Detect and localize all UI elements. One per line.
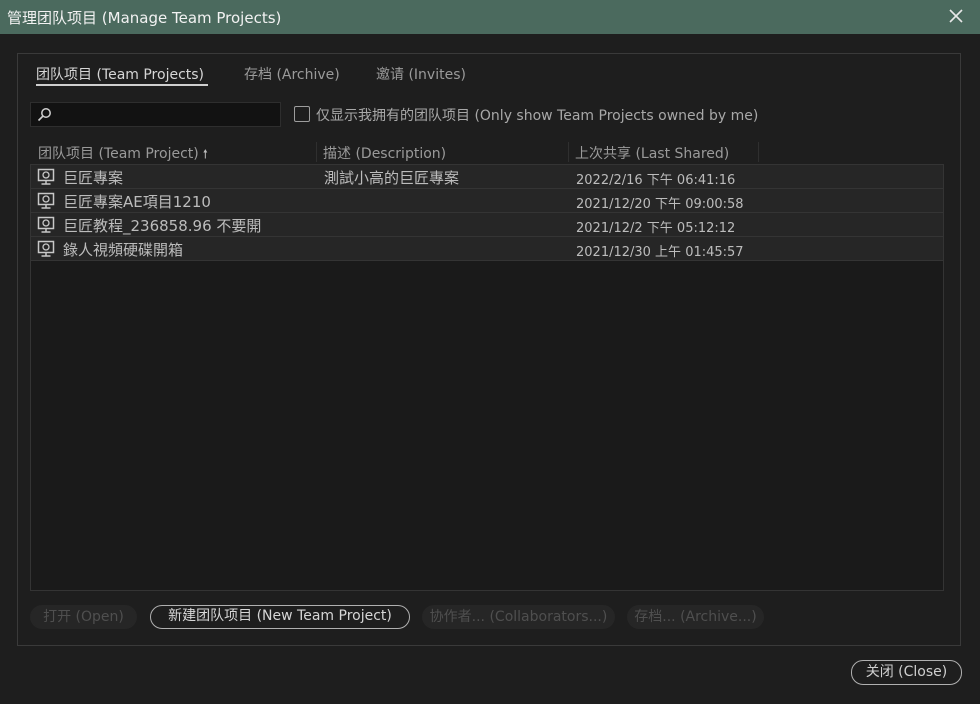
tab-archive[interactable]: 存档 (Archive) (244, 64, 340, 84)
column-header-description[interactable]: 描述 (Description) (323, 143, 446, 163)
project-last-shared: 2021/12/2 下午 05:12:12 (576, 221, 736, 236)
tab-team-projects[interactable]: 团队项目 (Team Projects) (36, 64, 204, 84)
project-last-shared: 2021/12/30 上午 01:45:57 (576, 245, 744, 260)
tab-invites[interactable]: 邀请 (Invites) (376, 64, 466, 84)
column-separator[interactable] (568, 142, 569, 162)
column-header-team-project-label: 团队项目 (Team Project) (38, 146, 199, 162)
sort-ascending-icon: 🠕 (202, 147, 208, 161)
collaborators-button[interactable]: 协作者... (Collaborators...) (422, 605, 615, 629)
team-project-icon (37, 168, 55, 185)
table-row[interactable]: 巨匠教程_236858.96 不要開 2021/12/2 下午 05:12:12 (31, 213, 943, 237)
team-project-icon (37, 192, 55, 209)
project-last-shared: 2021/12/20 下午 09:00:58 (576, 197, 744, 212)
close-button[interactable]: 关闭 (Close) (851, 660, 962, 685)
title-bar: 管理团队项目 (Manage Team Projects) (0, 0, 980, 34)
active-tab-underline (36, 84, 208, 86)
owned-by-me-checkbox[interactable] (294, 106, 310, 122)
archive-button[interactable]: 存档... (Archive...) (627, 605, 764, 629)
team-project-icon (37, 240, 55, 257)
project-description: 測試小高的巨匠專案 (324, 169, 460, 187)
column-separator[interactable] (758, 142, 759, 162)
project-name: 錄人視頻硬碟開箱 (63, 241, 184, 259)
open-button[interactable]: 打开 (Open) (30, 605, 137, 629)
search-icon (37, 108, 51, 122)
close-icon[interactable] (946, 6, 966, 26)
owned-by-me-label: 仅显示我拥有的团队项目 (Only show Team Projects own… (316, 108, 759, 124)
column-separator[interactable] (316, 142, 317, 162)
table-row[interactable]: 巨匠專案 測試小高的巨匠專案 2022/2/16 下午 06:41:16 (31, 165, 943, 189)
team-project-list[interactable]: 巨匠專案 測試小高的巨匠專案 2022/2/16 下午 06:41:16 巨匠專… (30, 164, 944, 591)
column-header-last-shared[interactable]: 上次共享 (Last Shared) (575, 143, 729, 163)
column-header-team-project[interactable]: 团队项目 (Team Project) 🠕 (38, 143, 208, 166)
new-team-project-button[interactable]: 新建团队项目 (New Team Project) (150, 605, 410, 629)
project-last-shared: 2022/2/16 下午 06:41:16 (576, 173, 736, 188)
table-row[interactable]: 巨匠專案AE項目1210 2021/12/20 下午 09:00:58 (31, 189, 943, 213)
search-input[interactable] (30, 102, 281, 127)
table-row[interactable]: 錄人視頻硬碟開箱 2021/12/30 上午 01:45:57 (31, 237, 943, 261)
team-project-icon (37, 216, 55, 233)
dialog-panel: 团队项目 (Team Projects) 存档 (Archive) 邀请 (In… (17, 53, 961, 646)
project-name: 巨匠教程_236858.96 不要開 (63, 217, 262, 235)
project-name: 巨匠專案 (63, 169, 124, 187)
project-name: 巨匠專案AE項目1210 (63, 193, 211, 211)
window-title: 管理团队项目 (Manage Team Projects) (7, 9, 282, 27)
